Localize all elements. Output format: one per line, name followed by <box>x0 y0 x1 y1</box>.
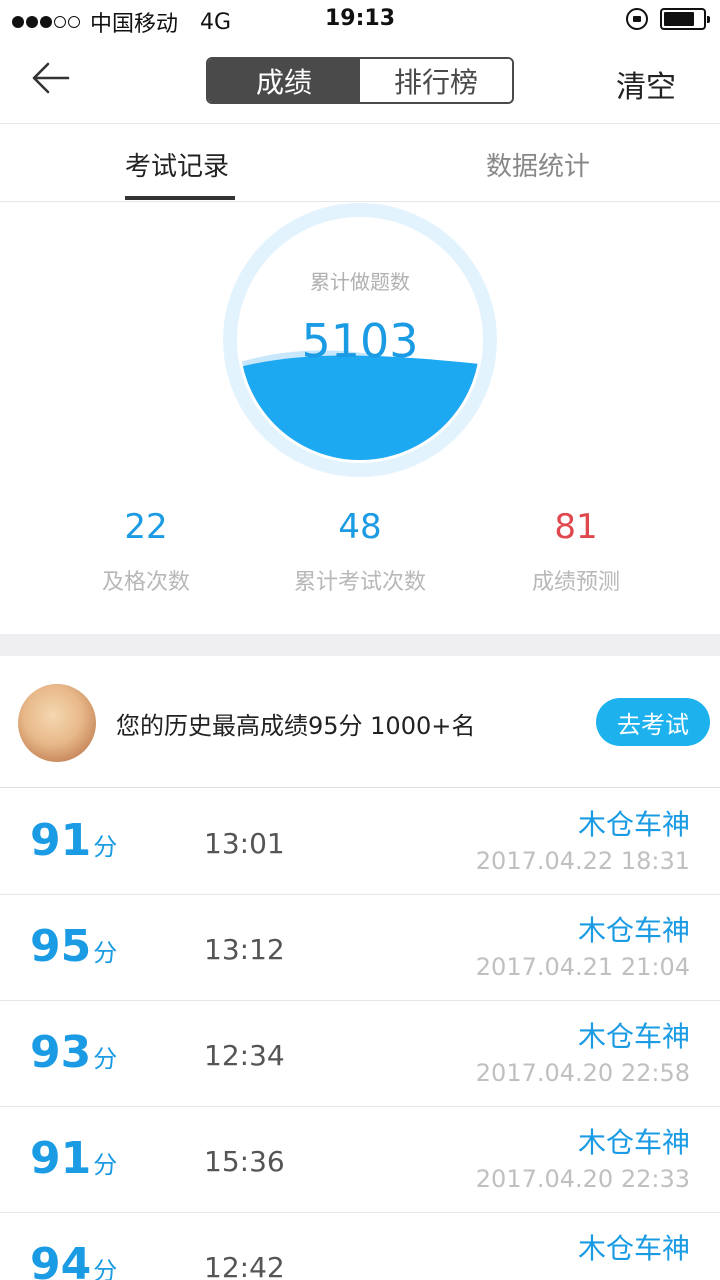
status-bar: 中国移动 4G 19:13 <box>0 0 720 40</box>
back-arrow-icon[interactable] <box>24 56 74 100</box>
carrier-name: 中国移动 <box>90 12 179 37</box>
record-score: 94分 <box>30 1239 117 1280</box>
exam-record-list: 91分 13:01 木仓车神 2017.04.22 18:31 95分 13:1… <box>0 789 720 1280</box>
best-score-summary: 您的历史最高成绩95分 1000+名 去考试 <box>0 656 720 788</box>
record-user: 木仓车神 <box>577 1126 690 1159</box>
record-user: 木仓车神 <box>577 1020 690 1053</box>
list-item[interactable]: 91分 15:36 木仓车神 2017.04.20 22:33 <box>0 1107 720 1213</box>
record-duration: 13:01 <box>204 827 285 860</box>
gauge-value: 5103 <box>301 314 419 368</box>
stat-label: 成绩预测 <box>531 570 620 595</box>
stat-value: 81 <box>554 507 598 547</box>
score-unit: 分 <box>93 833 118 861</box>
status-right <box>626 8 710 30</box>
nav-bar: 成绩 排行榜 清空 <box>0 40 720 124</box>
score-value: 94 <box>30 1239 92 1280</box>
stat-value: 22 <box>124 507 168 547</box>
list-item[interactable]: 94分 12:42 木仓车神 <box>0 1213 720 1280</box>
stat-value: 48 <box>338 507 382 547</box>
status-left: 中国移动 4G <box>12 6 231 38</box>
take-exam-button[interactable]: 去考试 <box>596 698 710 746</box>
stat-exam-count: 48 累计考试次数 <box>240 500 480 596</box>
clear-button[interactable]: 清空 <box>616 62 676 106</box>
score-value: 93 <box>30 1027 92 1078</box>
segment-scores[interactable]: 成绩 <box>208 59 360 102</box>
tab-bar: 考试记录 数据统计 <box>0 124 720 202</box>
tab-active-indicator <box>125 196 235 200</box>
rotation-lock-icon <box>626 8 648 30</box>
score-unit: 分 <box>93 939 118 967</box>
network-type: 4G <box>200 9 232 35</box>
battery-icon <box>660 8 710 30</box>
gauge-label: 累计做题数 <box>310 270 410 294</box>
list-item[interactable]: 95分 13:12 木仓车神 2017.04.21 21:04 <box>0 895 720 1001</box>
score-unit: 分 <box>93 1151 118 1179</box>
record-score: 95分 <box>30 921 117 972</box>
record-datetime: 2017.04.21 21:04 <box>475 953 690 981</box>
record-user: 木仓车神 <box>577 914 690 947</box>
record-score: 91分 <box>30 815 117 866</box>
best-score-text: 您的历史最高成绩95分 1000+名 <box>116 712 476 740</box>
score-unit: 分 <box>93 1257 118 1280</box>
signal-icon <box>12 16 80 28</box>
record-duration: 13:12 <box>204 933 285 966</box>
record-score: 93分 <box>30 1027 117 1078</box>
record-duration: 15:36 <box>204 1145 285 1178</box>
score-value: 91 <box>30 815 92 866</box>
tab-data-statistics[interactable]: 数据统计 <box>486 146 590 183</box>
segment-ranking[interactable]: 排行榜 <box>360 59 512 102</box>
record-user: 木仓车神 <box>577 1232 690 1265</box>
record-datetime: 2017.04.20 22:58 <box>475 1059 690 1087</box>
stats-row: 22 及格次数 48 累计考试次数 81 成绩预测 <box>0 500 720 610</box>
stat-pass-count: 22 及格次数 <box>26 500 266 596</box>
score-value: 91 <box>30 1133 92 1184</box>
stat-label: 累计考试次数 <box>293 570 426 595</box>
record-datetime: 2017.04.20 22:33 <box>475 1165 690 1193</box>
record-duration: 12:42 <box>204 1251 285 1280</box>
section-divider <box>0 634 720 656</box>
list-item[interactable]: 93分 12:34 木仓车神 2017.04.20 22:58 <box>0 1001 720 1107</box>
stat-score-prediction: 81 成绩预测 <box>456 500 696 596</box>
record-score: 91分 <box>30 1133 117 1184</box>
score-unit: 分 <box>93 1045 118 1073</box>
segmented-control: 成绩 排行榜 <box>206 57 514 104</box>
avatar[interactable] <box>18 684 96 762</box>
record-datetime: 2017.04.22 18:31 <box>475 847 690 875</box>
stat-label: 及格次数 <box>101 570 190 595</box>
record-duration: 12:34 <box>204 1039 285 1072</box>
tab-exam-records[interactable]: 考试记录 <box>125 146 229 183</box>
record-user: 木仓车神 <box>577 808 690 841</box>
score-value: 95 <box>30 921 92 972</box>
list-item[interactable]: 91分 13:01 木仓车神 2017.04.22 18:31 <box>0 789 720 895</box>
